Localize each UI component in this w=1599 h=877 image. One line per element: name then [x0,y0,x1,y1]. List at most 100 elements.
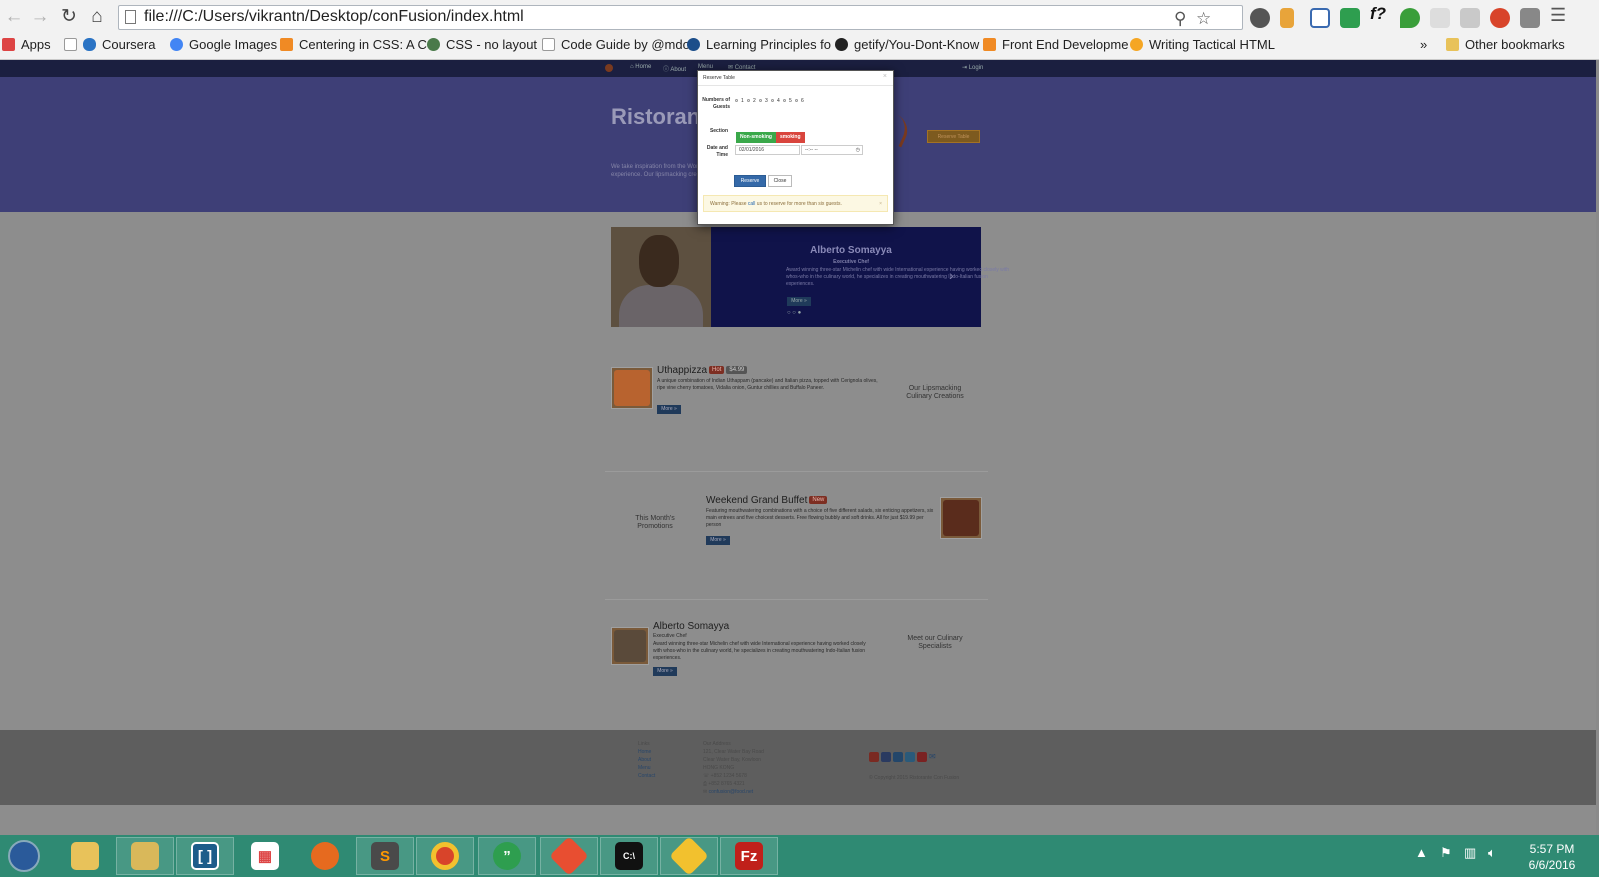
call-link[interactable]: call [748,201,756,207]
guest-radio-2[interactable]: 2 [747,98,756,104]
clock-time: 5:57 PM [1529,842,1575,856]
time-input[interactable]: --:-- -- ◷ [801,145,863,155]
youtube-icon[interactable] [917,752,927,762]
close-button[interactable]: Close [768,175,792,187]
taskbar-git-icon[interactable] [540,836,598,876]
leader-name: Alberto Somayya [653,621,730,632]
calendar-extension-icon[interactable] [1430,8,1450,28]
bookmark-star-icon[interactable]: ☆ [1196,9,1211,29]
reserve-table-button[interactable]: Reserve Table [927,130,980,143]
tray-flag-icon[interactable]: ⚑ [1440,845,1452,861]
home-icon[interactable]: ⌂ [85,6,109,28]
carousel-name: Alberto Somayya [810,245,892,256]
taskbar-cmd-icon[interactable]: C:\ [600,837,658,875]
reserve-button[interactable]: Reserve [734,175,766,187]
section-toggle-group: Non-smoking smoking [736,125,805,143]
promo-more-button[interactable]: More » [706,536,730,545]
chrome-extension-icon[interactable] [1490,8,1510,28]
guest-radio-1[interactable]: 1 [735,98,744,104]
bookmarks-bar: Apps Coursera Google Images Centering in… [0,35,1599,57]
menu-icon[interactable]: ☰ [1550,5,1580,25]
bookmark-google-images[interactable]: Google Images [170,37,277,52]
taskbar-chrome-icon[interactable] [416,837,474,875]
guest-radio-6[interactable]: 6 [795,98,804,104]
bookmark-apps[interactable]: Apps [2,37,51,52]
promo-description: Featuring mouthwatering combinations wit… [706,508,934,528]
carousel-more-button[interactable]: More » [787,297,811,306]
taskbar-folder-icon[interactable] [56,837,114,875]
modal-title: Reserve Table [703,75,735,81]
bookmark-css-no-layout[interactable]: CSS - no layout [427,37,537,52]
taskbar-filezilla-icon[interactable]: Fz [720,837,778,875]
nav-login[interactable]: ⇥ Login [962,64,983,71]
bookmark-writing-tactical[interactable]: Writing Tactical HTML [1130,37,1275,52]
chevron-right-icon[interactable]: › [949,267,954,283]
clock-date: 6/6/2016 [1528,858,1576,872]
promotion-media: This Month's Promotions Weekend Grand Bu… [605,495,988,555]
taskbar-sourcetree-icon[interactable] [660,836,718,876]
linkedin-icon[interactable] [893,752,903,762]
taskbar-sublime-icon[interactable]: S [356,837,414,875]
window-extension-icon[interactable] [1310,8,1330,28]
taskbar-apps-icon[interactable]: ▦ [236,837,294,875]
footer-links-title: Links [638,741,650,747]
clock-icon: ◷ [855,147,860,153]
bookmark-learning-principles[interactable]: Learning Principles fo [687,37,831,52]
start-button[interactable] [2,837,46,875]
bookmark-getify[interactable]: getify/You-Dont-Know [835,37,979,52]
page-viewport: ⌂ Home ⓘ About Menu ✉ Contact ⇥ Login Ri… [0,60,1599,835]
back-arrow-icon[interactable]: ← [2,6,26,28]
smoking-button[interactable]: smoking [775,132,805,143]
footer-link-menu[interactable]: Menu [638,764,651,772]
bookmarks-overflow-chevron-icon[interactable]: » [1420,37,1427,52]
other-bookmarks[interactable]: Other bookmarks [1446,37,1565,52]
taskbar-clock[interactable]: 5:57 PM 6/6/2016 [1512,841,1592,873]
tray-volume-icon[interactable]: 🔈︎ [1488,845,1496,861]
alert-close-icon[interactable]: × [879,196,882,212]
facebook-icon[interactable] [881,752,891,762]
guest-radio-4[interactable]: 4 [771,98,780,104]
compass-extension-icon[interactable] [1250,8,1270,28]
modal-close-icon[interactable]: × [883,73,887,80]
leader-thumbnail [611,627,649,665]
pdf-extension-icon[interactable] [1460,8,1480,28]
brand-logo[interactable] [605,64,613,72]
guest-radio-5[interactable]: 5 [783,98,792,104]
leader-more-button[interactable]: More » [653,667,677,676]
twitter-icon[interactable] [905,752,915,762]
bookmark-front-end[interactable]: Front End Developme [983,37,1128,52]
taskbar-hangouts-icon[interactable]: ” [478,837,536,875]
nonsmoking-button[interactable]: Non-smoking [736,132,776,143]
forward-arrow-icon[interactable]: → [28,6,52,28]
taskbar-firefox-icon[interactable] [296,837,354,875]
mail-icon[interactable]: ✉ [929,752,939,762]
bookmark-centering-css[interactable]: Centering in CSS: A C [280,37,427,52]
footer-link-home[interactable]: Home [638,748,651,756]
tag-extension-icon[interactable] [1280,8,1294,28]
taskbar-brackets-icon[interactable]: [ ] [176,837,234,875]
reload-icon[interactable]: ↻ [57,6,81,28]
carousel-indicators[interactable]: ○ ○ ● [787,310,801,316]
dish-more-button[interactable]: More » [657,405,681,414]
info-icon [687,38,700,51]
formula-extension-icon[interactable]: f? [1370,4,1390,24]
date-input[interactable]: 02/01/2016 [735,145,800,155]
refresh-extension-icon[interactable] [1340,8,1360,28]
footer-fax: ⎙ +852 8765 4321 [703,781,745,787]
footer-link-about[interactable]: About [638,756,651,764]
search-icon[interactable]: ⚲ [1174,9,1186,29]
google-plus-icon[interactable] [869,752,879,762]
address-bar[interactable]: file:///C:/Users/vikrantn/Desktop/conFus… [118,5,1243,30]
bookmark-coursera[interactable]: Coursera [64,37,155,52]
taskbar-explorer-icon[interactable] [116,837,174,875]
bookmark-code-guide[interactable]: Code Guide by @mdo [542,37,690,52]
camera-extension-icon[interactable] [1520,8,1540,28]
nav-home[interactable]: ⌂ Home [630,64,651,70]
tray-network-icon[interactable]: ▥ [1464,845,1476,861]
tray-show-hidden-icon[interactable]: ▲ [1415,845,1428,860]
guest-radio-3[interactable]: 3 [759,98,768,104]
footer-link-contact[interactable]: Contact [638,772,655,780]
nav-about[interactable]: ⓘ About [663,64,686,73]
browser-chrome: ← → ↻ ⌂ file:///C:/Users/vikrantn/Deskto… [0,0,1599,60]
evernote-extension-icon[interactable] [1400,8,1420,28]
